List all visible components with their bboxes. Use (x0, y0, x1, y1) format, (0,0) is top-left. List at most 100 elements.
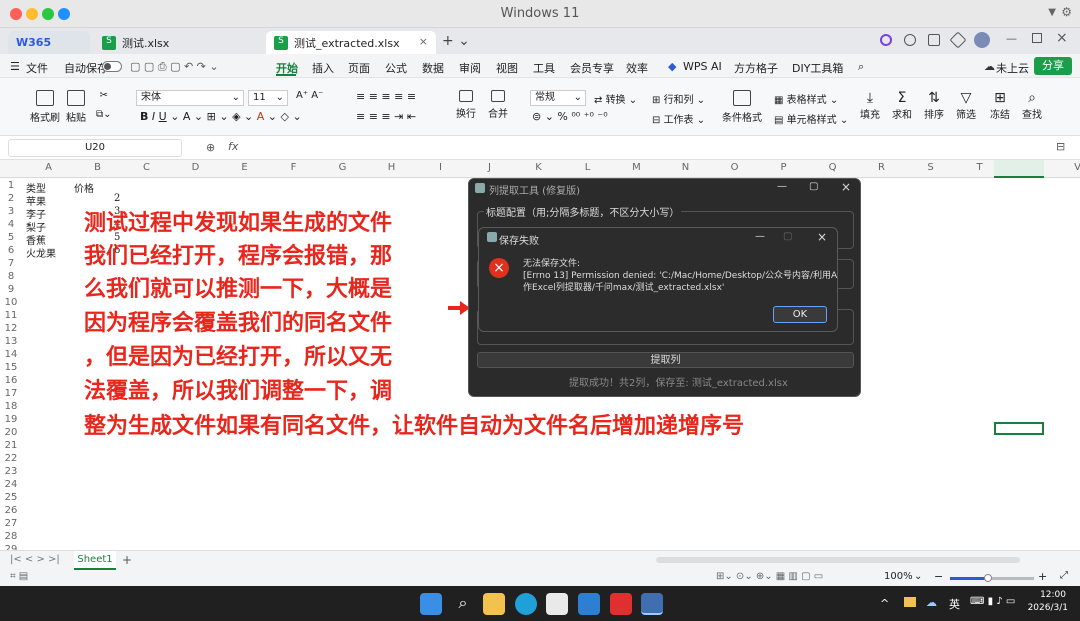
menu-item-data[interactable]: 数据 (422, 60, 444, 76)
ok-button[interactable]: OK (773, 306, 827, 323)
menu-item-view[interactable]: 视图 (496, 60, 518, 76)
file-explorer-icon[interactable] (483, 593, 505, 615)
row-header-6[interactable]: 6 (0, 245, 22, 256)
clock-date[interactable]: 2026/3/1 (1022, 603, 1068, 613)
input-language[interactable]: 英 (949, 596, 960, 612)
quick-access-icons[interactable]: ▢ ▢ ⎙ ▢ ↶ ↷ ⌄ (130, 60, 219, 74)
row-header-28[interactable]: 28 (0, 531, 22, 542)
format-painter-button[interactable]: 格式刷 (30, 90, 60, 124)
maximize-icon[interactable]: ▢ (809, 181, 818, 192)
column-header-d[interactable]: D (171, 162, 220, 173)
column-header-n[interactable]: N (661, 162, 710, 173)
sheet-tab-sheet1[interactable]: Sheet1 (74, 551, 116, 570)
row-header-18[interactable]: 18 (0, 401, 22, 412)
zoom-level[interactable]: 100% (884, 571, 913, 582)
menu-icon[interactable]: ☰ (10, 60, 20, 73)
start-icon[interactable] (420, 593, 442, 615)
expand-formula-icon[interactable]: ⊟ (1056, 140, 1065, 153)
row-header-13[interactable]: 13 (0, 336, 22, 347)
cloud-upload-icon[interactable]: ☁ (984, 60, 995, 73)
extract-button[interactable]: 提取列 (477, 352, 854, 368)
fullscreen-icon[interactable]: ⤢ (1060, 570, 1068, 581)
column-header-g[interactable]: G (318, 162, 367, 173)
tray-icons[interactable]: ⌨ ▮ ♪ ▭ (970, 596, 1015, 607)
column-header-i[interactable]: I (416, 162, 465, 173)
gear-icon[interactable]: ⚙ (1061, 5, 1072, 19)
cell-b2[interactable]: 2 (114, 193, 120, 204)
cond-format-button[interactable]: 条件格式 (722, 90, 762, 124)
row-header-19[interactable]: 19 (0, 414, 22, 425)
menu-item-formula[interactable]: 公式 (385, 60, 407, 76)
menu-item-wps-ai[interactable]: WPS AI (683, 60, 722, 73)
row-header-20[interactable]: 20 (0, 427, 22, 438)
freeze-button[interactable]: ⊞ 冻结 (990, 90, 1010, 121)
row-header-3[interactable]: 3 (0, 206, 22, 217)
cell-a6[interactable]: 火龙果 (26, 245, 56, 260)
find-button[interactable]: ⌕ 查找 (1022, 90, 1042, 121)
row-header-9[interactable]: 9 (0, 284, 22, 295)
column-header-c[interactable]: C (122, 162, 171, 173)
tray-folder-icon[interactable] (904, 597, 916, 607)
worksheet-button[interactable]: ⊟ 工作表 ⌄ (652, 111, 705, 126)
menu-item-tools[interactable]: 工具 (533, 60, 555, 76)
column-header-o[interactable]: O (710, 162, 759, 173)
search-icon[interactable]: ⌕ (858, 60, 864, 74)
macro-icon[interactable]: ⌗ ▤ (10, 571, 28, 582)
merge-button[interactable]: 合并 (488, 90, 508, 120)
name-box[interactable]: U20 (8, 139, 182, 157)
zoom-out-icon[interactable]: − (934, 570, 943, 583)
row-header-26[interactable]: 26 (0, 505, 22, 516)
column-header-j[interactable]: J (465, 162, 514, 173)
number-style-row[interactable]: ⊜ ⌄ % ⁰⁰ ⁺⁰ ⁻⁰ (532, 110, 608, 123)
tray-chevron-icon[interactable]: ^ (880, 597, 889, 610)
column-header-b[interactable]: B (73, 162, 122, 173)
align-row-bottom[interactable]: ≡ ≡ ≡ ⇥ ⇤ (356, 110, 416, 123)
tab-extracted-xlsx[interactable]: S 测试_extracted.xlsx × (266, 31, 436, 54)
menu-item-page[interactable]: 页面 (348, 60, 370, 76)
clock-time[interactable]: 12:00 (1030, 590, 1066, 600)
minimize-icon[interactable]: — (777, 181, 787, 192)
close-icon[interactable]: × (817, 230, 827, 244)
font-family-select[interactable]: 宋体 ⌄ (136, 90, 244, 106)
sum-button[interactable]: Σ 求和 (892, 90, 912, 121)
row-header-2[interactable]: 2 (0, 193, 22, 204)
convert-button[interactable]: ⇄ 转换 ⌄ (594, 91, 637, 106)
search-icon[interactable]: ⌕ (452, 593, 474, 615)
menu-item-member[interactable]: 会员专享 (570, 60, 614, 76)
menu-file[interactable]: 文件 (26, 60, 48, 76)
column-header-m[interactable]: M (612, 162, 661, 173)
row-header-23[interactable]: 23 (0, 466, 22, 477)
zoom-in-icon[interactable]: + (1038, 570, 1047, 583)
tab-test-xlsx[interactable]: S 测试.xlsx (94, 31, 260, 54)
row-header-27[interactable]: 27 (0, 518, 22, 529)
row-header-10[interactable]: 10 (0, 297, 22, 308)
python-icon[interactable] (641, 593, 663, 615)
row-header-7[interactable]: 7 (0, 258, 22, 269)
cube-icon[interactable] (949, 31, 967, 49)
wps-icon[interactable] (610, 593, 632, 615)
fill-button[interactable]: ⤓ 填充 (860, 90, 880, 121)
column-header-q[interactable]: Q (808, 162, 857, 173)
row-header-12[interactable]: 12 (0, 323, 22, 334)
text-style-row[interactable]: B I U ⌄ A ⌄ ⊞ ⌄ ◈ ⌄ A ⌄ ◇ ⌄ (140, 110, 302, 123)
new-tab-icon[interactable]: + ⌄ (442, 33, 470, 49)
zoom-formula-icon[interactable]: ⊕ (206, 141, 215, 154)
row-header-24[interactable]: 24 (0, 479, 22, 490)
row-header-1[interactable]: 1 (0, 180, 22, 191)
row-header-5[interactable]: 5 (0, 232, 22, 243)
restore-icon[interactable] (1032, 33, 1042, 43)
row-header-14[interactable]: 14 (0, 349, 22, 360)
column-header-s[interactable]: S (906, 162, 955, 173)
view-icons[interactable]: ⊞⌄ ⊙⌄ ⊕⌄ ▦ ▥ ▢ ▭ (716, 571, 823, 582)
cloud-status[interactable]: 未上云 (996, 60, 1029, 76)
close-icon[interactable]: × (841, 180, 851, 194)
row-header-22[interactable]: 22 (0, 453, 22, 464)
cut-copy-group[interactable]: ✂ ⧉⌄ (96, 90, 112, 120)
menu-item-fangfang[interactable]: 方方格子 (734, 60, 778, 76)
zoom-dropdown-icon[interactable]: ⌄ (914, 571, 922, 582)
window-icon[interactable] (928, 34, 940, 46)
ai-icon[interactable] (880, 34, 892, 46)
autosave-toggle[interactable] (102, 61, 122, 72)
column-header-l[interactable]: L (563, 162, 612, 173)
menu-item-insert[interactable]: 插入 (312, 60, 334, 76)
